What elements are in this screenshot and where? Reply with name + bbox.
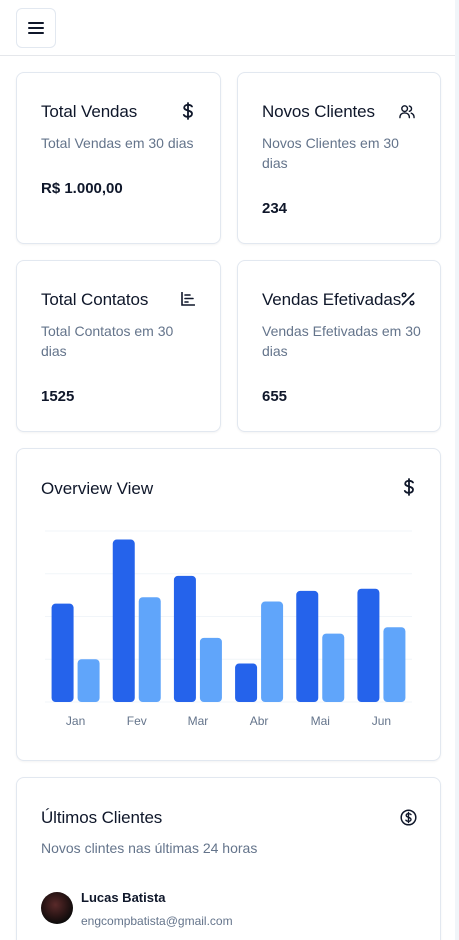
percent-icon (400, 291, 416, 307)
menu-button[interactable] (16, 8, 56, 48)
stat-card-total-contatos: Total Contatos Total Contatos em 30 dias… (16, 260, 221, 432)
card-description: Novos Clientes em 30 dias (262, 135, 399, 171)
x-tick-label: Mai (310, 714, 330, 728)
scrollbar[interactable] (455, 0, 459, 940)
circle-dollar-icon (399, 808, 417, 826)
chart-bar-jun-2 (383, 627, 406, 702)
chart-bar-jan-2 (77, 659, 100, 702)
menu-icon (28, 22, 44, 34)
latest-clients-card: Últimos Clientes Novos clintes nas últim… (16, 777, 441, 940)
card-title: Total Contatos (41, 290, 149, 309)
client-email: engcompbatista@gmail.com (81, 914, 233, 928)
chart-bar-jun-1 (357, 588, 380, 702)
clients-title: Últimos Clientes (41, 808, 163, 827)
chart-bar-mar-1 (173, 575, 196, 702)
card-title: Total Vendas (41, 102, 138, 121)
card-value: 1525 (41, 388, 75, 405)
card-title: Vendas Efetivadas (262, 290, 402, 309)
card-description: Total Contatos em 30 dias (41, 323, 174, 359)
overview-chart-card: Overview View Jan Fev Mar Abr Mai Jun (16, 448, 441, 761)
card-value: R$ 1.000,00 (41, 180, 123, 197)
x-tick-label: Mar (187, 714, 209, 728)
chart-bar-fev-2 (138, 597, 161, 702)
card-value: 655 (262, 388, 288, 405)
x-tick-label: Jan (65, 714, 86, 728)
chart-bar-abr-2 (261, 601, 284, 702)
client-name: Lucas Batista (81, 890, 166, 905)
dollar-icon (180, 102, 196, 120)
bar-list-icon (180, 291, 196, 307)
x-tick-label: Fev (126, 714, 147, 728)
avatar (41, 892, 73, 924)
x-tick-label: Jun (371, 714, 392, 728)
chart-bar-mai-1 (296, 590, 319, 702)
chart-bar-mai-2 (322, 633, 345, 702)
chart-bar-mar-2 (199, 637, 222, 702)
card-title: Novos Clientes (262, 102, 375, 121)
stat-card-novos-clientes: Novos Clientes Novos Clientes em 30 dias… (237, 72, 441, 244)
clients-subtitle: Novos clintes nas últimas 24 horas (41, 840, 258, 856)
card-value: 234 (262, 200, 288, 217)
top-bar (0, 0, 459, 56)
chart-bar-abr-1 (235, 663, 258, 702)
stat-card-total-vendas: Total Vendas Total Vendas em 30 dias R$ … (16, 72, 221, 244)
chart-bar-fev-1 (112, 539, 135, 702)
x-tick-label: Abr (249, 714, 269, 728)
card-description: Vendas Efetivadas em 30 dias (262, 323, 421, 359)
users-icon (399, 103, 415, 119)
card-description: Total Vendas em 30 dias (41, 135, 194, 151)
chart-bar-jan-1 (51, 603, 74, 702)
stat-card-vendas-efetivadas: Vendas Efetivadas Vendas Efetivadas em 3… (237, 260, 441, 432)
